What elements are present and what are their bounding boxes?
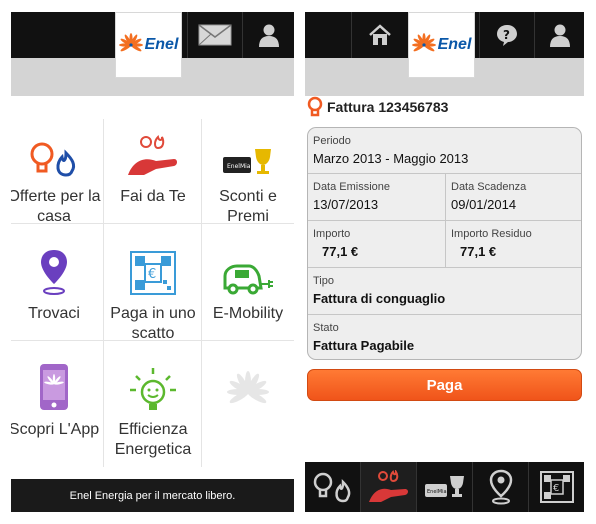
tipo-label: Tipo <box>313 275 334 287</box>
row-importo: Importo 77,1 € Importo Residuo 77,1 € <box>308 221 581 268</box>
smiley-bulb-icon <box>130 368 176 410</box>
tile-label: Paga in uno scatto <box>110 305 196 342</box>
enel-wordmark: Enel <box>437 36 472 53</box>
svg-text:€: € <box>553 483 559 494</box>
svg-text:€: € <box>148 267 156 282</box>
svg-text:EnelMia: EnelMia <box>427 489 447 495</box>
data-scadenza-label: Data Scadenza <box>451 181 527 193</box>
invoice-details-card: Periodo Marzo 2013 - Maggio 2013 Data Em… <box>307 127 582 360</box>
tile-label: Efficienza Energetica <box>114 421 192 458</box>
tab-offerte[interactable] <box>305 462 360 512</box>
importo-label: Importo <box>313 228 351 240</box>
importo-residuo-label: Importo Residuo <box>451 228 532 240</box>
hand-bulb-icon <box>368 470 408 502</box>
bulb-icon <box>307 96 323 117</box>
tab-fai-da-te[interactable] <box>360 462 416 512</box>
invoice-title: Fattura 123456783 <box>327 99 449 115</box>
tile-label: Sconti e Premi <box>219 188 277 225</box>
enel-flower-icon <box>118 33 143 52</box>
tile-offerte-casa[interactable]: Offerte per la casa <box>11 119 103 235</box>
bulb-flame-icon <box>30 142 76 177</box>
home-icon <box>369 24 391 45</box>
tile-label: Offerte per la casa <box>11 188 101 225</box>
tab-trovaci[interactable] <box>472 462 528 512</box>
tile-trovaci[interactable]: Trovaci <box>11 236 103 352</box>
tab-paga[interactable]: € <box>528 462 584 512</box>
tile-sconti-premi[interactable]: EnelMia Sconti e Premi <box>199 119 294 235</box>
home-screen: Enel Offerte per la casa Fai da Te EnelM… <box>11 12 294 512</box>
tipo-value: Fattura di conguaglio <box>313 291 446 306</box>
enel-logo[interactable]: Enel <box>408 12 475 78</box>
tile-paga-scatto[interactable]: € Paga in uno scatto <box>104 236 202 352</box>
tile-label: Trovaci <box>28 305 80 322</box>
mail-button[interactable] <box>187 12 242 58</box>
data-scadenza-value: 09/01/2014 <box>451 197 517 212</box>
profile-button[interactable] <box>534 12 584 58</box>
user-icon <box>258 24 279 47</box>
importo-value: 77,1 € <box>322 244 359 259</box>
help-bubble-icon: ? <box>497 25 517 46</box>
home-button[interactable] <box>351 12 408 58</box>
qr-euro-icon: € <box>130 251 176 295</box>
tile-enel-logo-faded <box>199 352 294 468</box>
periodo-value: Marzo 2013 - Maggio 2013 <box>313 151 469 166</box>
tile-label: Fai da Te <box>120 188 186 205</box>
map-pin-icon <box>489 469 512 505</box>
row-stato: Stato Fattura Pagabile <box>308 315 581 359</box>
importo-residuo-value: 77,1 € <box>460 244 497 259</box>
tab-sconti[interactable]: EnelMia <box>416 462 472 512</box>
card-trophy-icon: EnelMia <box>223 149 271 174</box>
row-periodo: Periodo Marzo 2013 - Maggio 2013 <box>308 128 581 174</box>
tile-label: E-Mobility <box>212 305 284 322</box>
enel-flower-faded-icon <box>227 371 269 404</box>
row-tipo: Tipo Fattura di conguaglio <box>308 268 581 315</box>
enel-flower-icon <box>411 33 436 52</box>
stato-value: Fattura Pagabile <box>313 338 415 353</box>
data-emissione-value: 13/07/2013 <box>313 197 379 212</box>
tile-efficienza[interactable]: Efficienza Energetica <box>104 352 202 468</box>
electric-car-icon <box>223 264 273 295</box>
hand-bulb-icon <box>128 135 177 175</box>
qr-euro-icon: € <box>539 471 574 503</box>
svg-text:?: ? <box>503 28 510 42</box>
footer-tagline: Enel Energia per il mercato libero. <box>11 479 294 512</box>
profile-button[interactable] <box>242 12 294 58</box>
enel-wordmark: Enel <box>144 36 179 53</box>
user-icon <box>549 24 570 47</box>
bottom-tab-bar: EnelMia € <box>305 462 584 512</box>
envelope-icon <box>198 24 232 46</box>
phone-icon <box>40 364 68 410</box>
help-button[interactable]: ? <box>479 12 534 58</box>
stato-label: Stato <box>313 322 339 334</box>
row-dates: Data Emissione 13/07/2013 Data Scadenza … <box>308 174 581 221</box>
data-emissione-label: Data Emissione <box>313 181 391 193</box>
tile-label: Scopri L'App <box>11 421 100 438</box>
tile-scopri-app[interactable]: Scopri L'App <box>11 352 103 468</box>
card-trophy-icon: EnelMia <box>424 476 464 497</box>
map-pin-icon <box>41 250 67 295</box>
svg-text:EnelMia: EnelMia <box>227 163 251 170</box>
bulb-flame-icon <box>313 472 350 503</box>
invoice-screen: Enel ? Fattura 123456783 Periodo Marzo 2… <box>305 12 584 512</box>
periodo-label: Periodo <box>313 135 351 147</box>
pay-button[interactable]: Paga <box>307 369 582 401</box>
tile-e-mobility[interactable]: E-Mobility <box>199 236 294 352</box>
tile-fai-da-te[interactable]: Fai da Te <box>104 119 202 235</box>
invoice-heading: Fattura 123456783 <box>307 96 448 118</box>
enel-logo[interactable]: Enel <box>115 12 182 78</box>
